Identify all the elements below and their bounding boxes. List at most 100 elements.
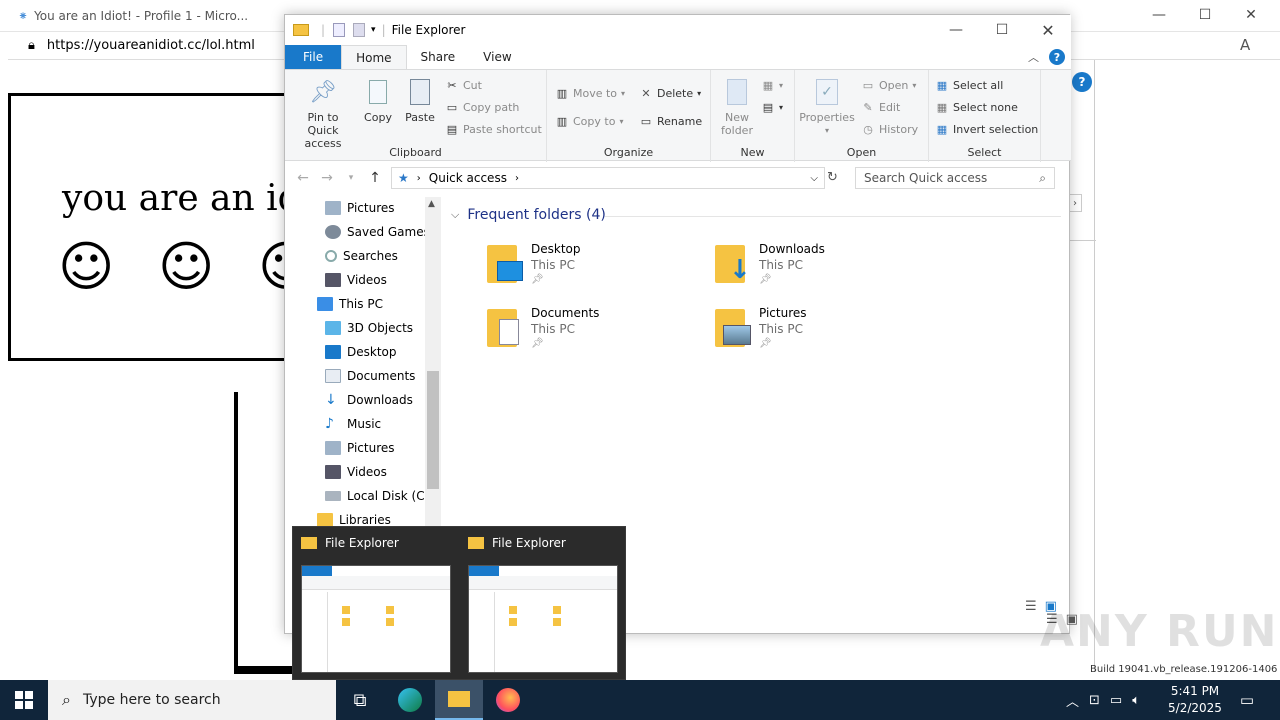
edit-button[interactable]: ✎ Edit: [861, 98, 900, 116]
tab-share[interactable]: Share: [407, 45, 470, 69]
idiot-banner: [8, 93, 298, 361]
copy-to-button[interactable]: ▥ Copy to ▾: [555, 112, 624, 130]
minimize-ribbon-icon[interactable]: ︿: [1028, 49, 1039, 65]
nav-item-saved-games[interactable]: Saved Games: [325, 221, 430, 243]
saved-games-icon: [325, 225, 341, 239]
preview-card-2[interactable]: File Explorer: [460, 527, 626, 681]
chevron-right-icon[interactable]: ›: [515, 173, 519, 184]
edge-browser-icon[interactable]: [386, 680, 434, 720]
folder-pictures[interactable]: Pictures This PC 📌︎: [713, 305, 913, 365]
recent-locations-icon[interactable]: ▾: [339, 173, 363, 183]
paste-button[interactable]: Paste: [403, 76, 437, 124]
search-icon[interactable]: ⌕: [1039, 171, 1046, 186]
nav-scrollbar-thumb[interactable]: [427, 371, 439, 489]
nav-item-desktop[interactable]: Desktop: [325, 341, 397, 363]
nav-item-this-pc[interactable]: This PC: [317, 293, 383, 315]
open-button[interactable]: ▭ Open ▾: [861, 76, 917, 94]
invert-selection-button[interactable]: ▦ Invert selection: [935, 120, 1038, 138]
nav-item-pictures[interactable]: Pictures: [325, 197, 395, 219]
chevron-down-icon[interactable]: ⌵: [810, 173, 818, 184]
file-explorer-taskbar-icon[interactable]: [435, 680, 483, 720]
scroll-up-icon[interactable]: ▲: [428, 199, 435, 209]
task-view-icon[interactable]: ⧉: [336, 680, 384, 720]
maximize-button[interactable]: ☐: [979, 15, 1025, 45]
pin-icon: 📌︎: [531, 274, 544, 285]
new-folder-button[interactable]: New folder: [715, 76, 759, 137]
delete-button[interactable]: ✕ Delete ▾: [639, 84, 701, 102]
address-path-text[interactable]: Quick access: [429, 171, 507, 185]
pin-icon: 📌︎: [531, 338, 544, 349]
new-folder-icon[interactable]: [353, 23, 366, 37]
customize-toolbar-icon[interactable]: ▾: [371, 25, 376, 35]
nav-item-local-disk[interactable]: Local Disk (C:): [325, 485, 433, 507]
pin-icon: 📌︎: [759, 274, 772, 285]
address-path-box[interactable]: ★ › Quick access › ⌵: [391, 167, 825, 189]
ethernet-icon[interactable]: ▭: [1110, 693, 1122, 708]
smiley-face-1: ☺: [58, 235, 115, 298]
maximize-button[interactable]: ☐: [1182, 0, 1228, 30]
network-icon[interactable]: ⊡: [1089, 693, 1100, 708]
chevron-right-icon[interactable]: ›: [1068, 194, 1082, 212]
folder-downloads[interactable]: ↓ Downloads This PC 📌︎: [713, 241, 913, 301]
help-icon[interactable]: ?: [1049, 49, 1065, 65]
nav-item-searches[interactable]: Searches: [325, 245, 398, 267]
reader-mode-icon[interactable]: A: [1240, 36, 1250, 54]
easy-access-button[interactable]: ▤ ▾: [761, 98, 783, 116]
chevron-up-icon[interactable]: ︿: [1066, 691, 1079, 710]
browser-tab[interactable]: ⁕ You are an Idiot! - Profile 1 - Micro.…: [8, 0, 288, 32]
nav-item-music[interactable]: ♪ Music: [325, 413, 381, 435]
minimize-button[interactable]: —: [933, 15, 979, 45]
nav-item-videos-pc[interactable]: Videos: [325, 461, 387, 483]
refresh-icon[interactable]: ↻: [827, 170, 838, 185]
volume-icon[interactable]: 🔈︎: [1132, 693, 1140, 708]
select-all-button[interactable]: ▦ Select all: [935, 76, 1004, 94]
new-item-button[interactable]: ▦ ▾: [761, 76, 783, 94]
nav-item-3d-objects[interactable]: 3D Objects: [325, 317, 413, 339]
history-button[interactable]: ◷ History: [861, 120, 918, 138]
copy-button[interactable]: Copy: [361, 76, 395, 124]
smiley-face-2: ☺: [158, 235, 215, 298]
tab-view[interactable]: View: [469, 45, 525, 69]
copy-path-button[interactable]: ▭ Copy path: [445, 98, 520, 116]
rename-button[interactable]: ▭ Rename: [639, 112, 702, 130]
libraries-icon: [317, 513, 333, 527]
notifications-icon[interactable]: ▭: [1230, 680, 1264, 720]
paste-shortcut-button[interactable]: ▤ Paste shortcut: [445, 120, 542, 138]
search-input[interactable]: Search Quick access ⌕: [855, 167, 1055, 189]
taskbar-search-box[interactable]: ⌕ Type here to search: [48, 680, 336, 720]
chevron-right-icon: ›: [416, 172, 421, 184]
windows-start-icon[interactable]: [0, 680, 48, 720]
folder-desktop[interactable]: Desktop This PC 📌︎: [485, 241, 685, 301]
new-item-icon: ▦: [762, 78, 774, 92]
move-to-button[interactable]: ▥ Move to ▾: [555, 84, 625, 102]
this-pc-icon: [317, 297, 333, 311]
close-button[interactable]: ✕: [1228, 0, 1274, 30]
firefox-icon[interactable]: [484, 680, 532, 720]
select-none-button[interactable]: ▦ Select none: [935, 98, 1018, 116]
select-label: Select: [967, 146, 1002, 159]
nav-item-videos[interactable]: Videos: [325, 269, 387, 291]
nav-item-downloads[interactable]: ↓ Downloads: [325, 389, 413, 411]
preview-card-1[interactable]: File Explorer: [293, 527, 459, 681]
frequent-folders-header[interactable]: ⌵ Frequent folders (4): [451, 207, 606, 223]
properties-button[interactable]: ✓ Properties ▾: [799, 76, 855, 137]
minimize-button[interactable]: —: [1136, 0, 1182, 30]
close-button[interactable]: ✕: [1025, 15, 1071, 45]
tab-home[interactable]: Home: [341, 45, 407, 69]
properties-icon[interactable]: [333, 23, 346, 37]
back-arrow-icon[interactable]: ←: [291, 170, 315, 186]
folder-documents[interactable]: Documents This PC 📌︎: [485, 305, 685, 365]
nav-item-documents[interactable]: Documents: [325, 365, 415, 387]
details-view-icon[interactable]: ☰: [1025, 599, 1037, 614]
clock[interactable]: 5:41 PM 5/2/2025: [1160, 683, 1230, 717]
cut-button[interactable]: ✂ Cut: [445, 76, 482, 94]
up-arrow-icon[interactable]: ↑: [363, 170, 387, 186]
help-icon-background[interactable]: ?: [1072, 72, 1092, 92]
nav-item-pictures-pc[interactable]: Pictures: [325, 437, 395, 459]
url-text[interactable]: https://youareanidiot.cc/lol.html: [47, 38, 255, 53]
forward-arrow-icon[interactable]: →: [315, 170, 339, 186]
downloads-folder-icon: ↓: [713, 241, 753, 285]
tab-file[interactable]: File: [285, 45, 342, 69]
pin-to-quick-access-button[interactable]: 📌︎ Pin to Quick access: [291, 76, 355, 150]
new-label: New: [740, 146, 765, 159]
